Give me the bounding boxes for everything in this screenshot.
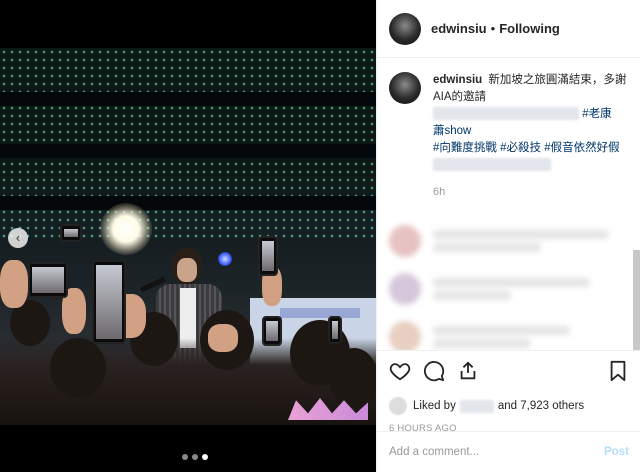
caption: edwinsiu 新加坡之旅圓滿結束，多謝AIA的邀請 #老康 蕭show #向…	[377, 58, 640, 201]
spotlight	[100, 203, 152, 255]
phone	[328, 316, 342, 344]
bookmark-icon[interactable]	[607, 360, 629, 382]
phone	[262, 316, 282, 346]
carousel-dots	[182, 454, 208, 460]
caption-time: 6h	[433, 186, 446, 198]
post-photo[interactable]	[0, 48, 376, 425]
separator-dot: •	[490, 21, 496, 36]
carousel-dot	[192, 454, 198, 460]
caption-username[interactable]: edwinsiu	[433, 74, 482, 86]
carousel-dot-active	[202, 454, 208, 460]
avatar	[389, 397, 407, 415]
hashtag[interactable]: 蕭show	[433, 125, 471, 137]
add-comment-bar: Add a comment... Post	[377, 431, 640, 472]
scrollbar[interactable]	[633, 250, 640, 350]
likes-line: Liked by and 7,923 others	[389, 397, 629, 415]
likes-count[interactable]: and 7,923 others	[498, 400, 584, 412]
blurred-username[interactable]	[459, 399, 494, 413]
ceiling-lights	[0, 48, 376, 238]
phone	[258, 236, 278, 276]
camera	[60, 224, 82, 242]
list-item	[377, 313, 640, 350]
avatar[interactable]	[389, 12, 421, 45]
phone	[28, 262, 68, 298]
comment-icon[interactable]	[423, 360, 445, 382]
blurred-text	[433, 107, 579, 121]
avatar	[389, 321, 421, 350]
instagram-post-viewer: ‹ edwinsiu • Following edwinsiu 新加坡之旅圓滿結…	[0, 0, 640, 472]
phone	[92, 260, 126, 344]
heart-icon[interactable]	[389, 360, 411, 382]
following-button[interactable]: Following	[499, 21, 560, 36]
post-side-panel: edwinsiu • Following edwinsiu 新加坡之旅圓滿結束，…	[376, 0, 640, 472]
hashtag[interactable]: #必殺技	[500, 142, 541, 154]
avatar	[389, 225, 421, 257]
blurred-text	[433, 158, 551, 172]
carousel-dot	[182, 454, 188, 460]
post-actions: Liked by and 7,923 others 6 HOURS AGO	[377, 350, 640, 434]
liked-by-label: Liked by	[413, 400, 456, 412]
comment-list	[377, 217, 640, 350]
chevron-left-icon[interactable]: ‹	[8, 228, 28, 248]
comments-section: edwinsiu 新加坡之旅圓滿結束，多謝AIA的邀請 #老康 蕭show #向…	[377, 58, 640, 350]
avatar[interactable]	[389, 72, 421, 104]
comment-input[interactable]: Add a comment...	[389, 446, 604, 458]
caption-body: edwinsiu 新加坡之旅圓滿結束，多謝AIA的邀請 #老康 蕭show #向…	[433, 72, 629, 201]
post-button[interactable]: Post	[604, 446, 629, 458]
list-item	[377, 217, 640, 265]
share-icon[interactable]	[457, 360, 479, 382]
hashtag[interactable]: #老康	[582, 108, 611, 120]
post-header: edwinsiu • Following	[377, 0, 640, 58]
media-area: ‹	[0, 0, 376, 472]
header-username[interactable]: edwinsiu	[431, 21, 487, 36]
list-item	[377, 265, 640, 313]
hashtag[interactable]: #向難度挑戰	[433, 142, 497, 154]
avatar	[389, 273, 421, 305]
hashtag[interactable]: #假音依然好假	[544, 142, 619, 154]
